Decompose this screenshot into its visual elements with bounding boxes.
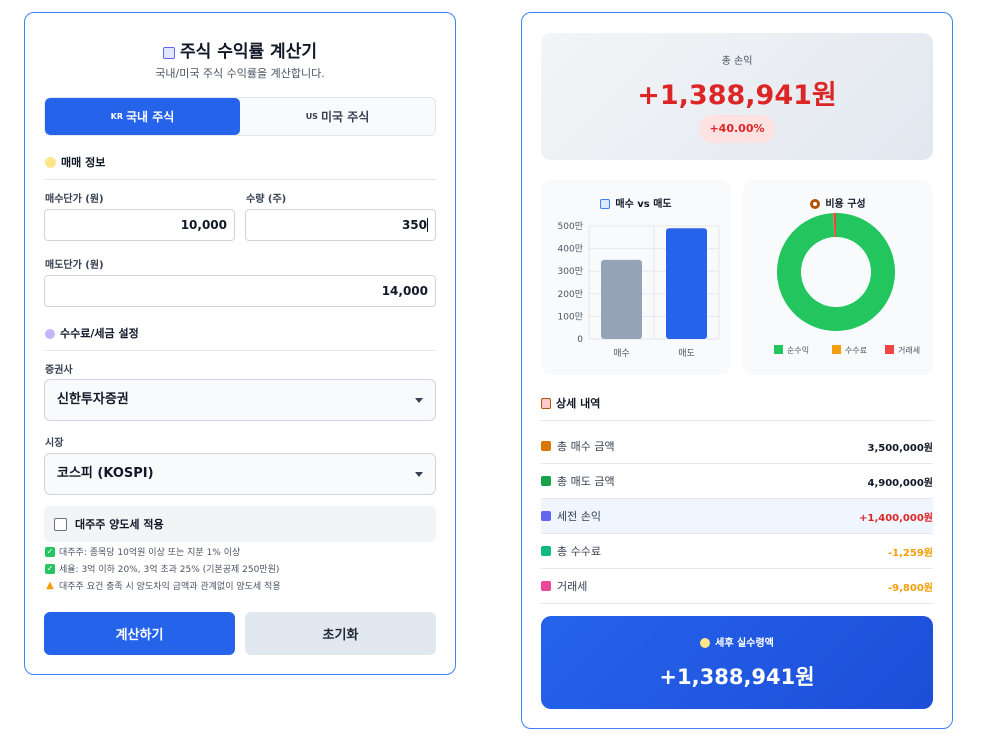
detail-row-label: 총 매도 금액: [541, 473, 615, 489]
market-select[interactable]: 코스피 (KOSPI): [44, 453, 436, 495]
broker-label: 증권사: [45, 365, 73, 376]
money-bag-icon: [700, 638, 711, 648]
cash-icon: [541, 476, 551, 486]
detail-row: 세전 손익 +1,400,000원: [541, 499, 933, 534]
broker-select[interactable]: 신한투자증권: [44, 379, 436, 421]
note-item: ✓ 세율: 3억 이하 20%, 3억 초과 25% (기본공제 250만원): [45, 563, 280, 575]
sell-price-label: 매도단가 (원): [45, 260, 104, 271]
y-tick-label: 300만: [558, 266, 583, 277]
legend-swatch: [832, 345, 841, 354]
total-profit-card: 총 손익 +1,388,941원 +40.00%: [541, 33, 933, 160]
money-bag-icon: [45, 157, 56, 168]
bar-1: [666, 228, 707, 339]
legend-label: 거래세: [898, 346, 920, 355]
detail-row-value: -1,259원: [888, 547, 933, 559]
detail-row: 총 매수 금액 3,500,000원: [541, 429, 933, 464]
buy-sell-chart-card: 매수 vs 매도 0 100만 200만 300만 400만 500만 매수 매도: [541, 180, 731, 375]
x-tick-label: 매도: [678, 348, 695, 359]
note-item: ✓ 대주주: 종목당 10억원 이상 또는 지분 1% 이상: [45, 546, 241, 558]
market-tabs: KR 국내 주식 US 미국 주식: [44, 97, 436, 136]
tab-domestic[interactable]: KR 국내 주식: [45, 98, 240, 135]
detail-row-value: -9,800원: [888, 582, 933, 594]
detail-row: 총 매도 금액 4,900,000원: [541, 464, 933, 499]
flying-money-icon: [541, 546, 551, 556]
calculate-button[interactable]: 계산하기: [44, 612, 235, 655]
net-proceeds-value: +1,388,941원: [659, 665, 815, 689]
quantity-label: 수량 (주): [246, 194, 287, 205]
chevron-down-icon: [415, 398, 423, 403]
detail-row-label: 세전 손익: [541, 508, 601, 524]
chart-up-icon: [541, 511, 551, 521]
calculator-form-panel: 주식 수익률 계산기 국내/미국 주식 수익률을 계산합니다. KR 국내 주식…: [24, 12, 456, 675]
detail-row-value: 3,500,000원: [867, 442, 933, 454]
y-tick-label: 500만: [558, 221, 583, 232]
chevron-down-icon: [415, 472, 423, 477]
y-tick-label: 100만: [558, 311, 583, 322]
detail-row-value: 4,900,000원: [867, 477, 933, 489]
gear-icon: [45, 329, 55, 339]
details-title: 상세 내역: [541, 395, 933, 421]
check-icon: ✓: [45, 546, 55, 557]
quantity-input[interactable]: 350: [245, 209, 436, 241]
detail-row-label: 총 수수료: [541, 543, 601, 559]
total-profit-percent-badge: +40.00%: [699, 115, 775, 143]
check-icon: ✓: [45, 563, 55, 574]
y-tick-label: 200만: [558, 289, 583, 300]
legend-label: 순수익: [787, 345, 809, 355]
kr-flag-icon: KR: [110, 112, 123, 121]
market-label: 시장: [45, 438, 64, 449]
legend-label: 수수료: [845, 346, 867, 355]
app-subtitle: 국내/미국 주식 수익률을 계산합니다.: [155, 67, 325, 80]
bar-chart: 0 100만 200만 300만 400만 500만매수 매도: [558, 221, 720, 359]
buy-price-input[interactable]: 10,000: [44, 209, 235, 241]
major-holder-checkbox[interactable]: [54, 517, 67, 531]
net-proceeds-card: 세후 실수령액 +1,388,941원: [541, 616, 933, 709]
y-tick-label: 0: [577, 335, 583, 345]
clipboard-icon: [541, 398, 551, 409]
total-profit-label: 총 손익: [721, 56, 753, 67]
detail-row-label: 거래세: [541, 578, 587, 594]
legend-swatch: [885, 345, 894, 354]
net-proceeds-label: 세후 실수령액: [541, 634, 933, 649]
note-item: ▲ 대주주 요건 충족 시 양도차익 금액과 관계없이 양도세 적용: [46, 579, 281, 592]
legend-swatch: [774, 345, 783, 354]
results-panel: 총 손익 +1,388,941원 +40.00% 매수 vs 매도 0 100만 2…: [521, 12, 953, 729]
us-flag-icon: US: [305, 112, 318, 121]
money-bag-icon: [541, 441, 551, 451]
trade-section-title: 매매 정보: [45, 154, 436, 180]
fees-section-title: 수수료/세금 설정: [45, 325, 436, 351]
tab-us[interactable]: US 미국 주식: [240, 98, 435, 135]
chart-down-icon: [541, 581, 551, 591]
donut-chart: 순수익 수수료 거래세: [774, 213, 920, 355]
detail-row-value: +1,400,000원: [859, 512, 933, 524]
reset-button[interactable]: 초기화: [245, 612, 436, 655]
buy-price-label: 매수단가 (원): [45, 194, 104, 205]
sell-price-input[interactable]: 14,000: [44, 275, 436, 307]
major-holder-option[interactable]: 대주주 양도세 적용: [44, 506, 436, 542]
app-title: 주식 수익률 계산기: [25, 37, 455, 62]
y-tick-label: 400만: [558, 244, 583, 255]
warning-icon: ▲: [46, 579, 54, 591]
detail-row-label: 총 매수 금액: [541, 438, 615, 454]
bar-0: [601, 259, 642, 339]
cost-composition-chart-card: 비용 구성 순수익 수수료 거래세: [743, 180, 933, 375]
total-profit-value: +1,388,941원: [637, 80, 837, 111]
x-tick-label: 매수: [613, 348, 630, 359]
chart-up-icon: [163, 47, 176, 59]
detail-row: 거래세 -9,800원: [541, 569, 933, 604]
detail-row: 총 수수료 -1,259원: [541, 534, 933, 569]
